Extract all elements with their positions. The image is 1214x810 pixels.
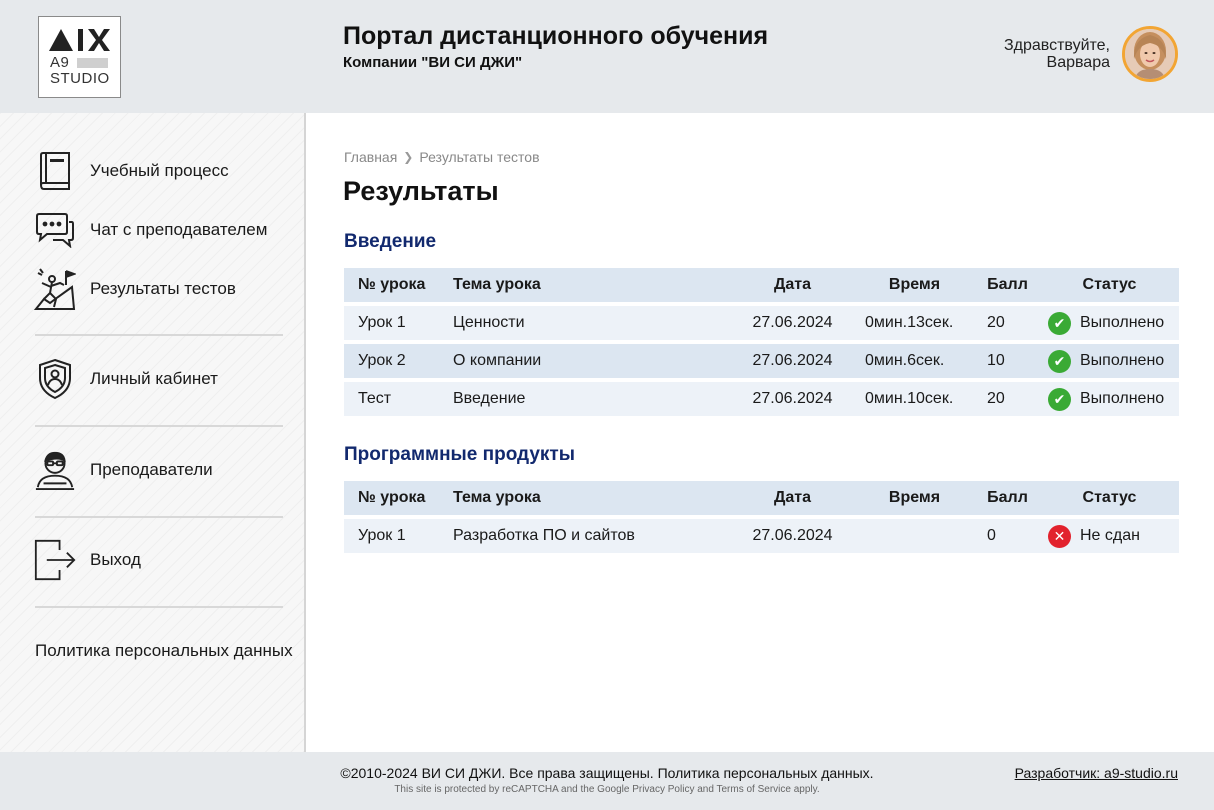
cell-date: 27.06.2024 bbox=[731, 519, 854, 553]
breadcrumb-current: Результаты тестов bbox=[419, 149, 540, 165]
cell-score: 0 bbox=[975, 519, 1040, 553]
column-header-status: Статус bbox=[1040, 481, 1179, 515]
cell-time: 0мин.6сек. bbox=[854, 344, 975, 378]
sidebar-item-chat[interactable]: Чат с преподавателем bbox=[34, 208, 284, 252]
sidebar-item-account[interactable]: Личный кабинет bbox=[34, 357, 284, 401]
sidebar-item-test-results[interactable]: Результаты тестов bbox=[34, 267, 284, 311]
sidebar-divider bbox=[35, 606, 283, 608]
cell-time: 0мин.10сек. bbox=[854, 382, 975, 416]
column-header-time: Время bbox=[854, 481, 975, 515]
greeting-text: Здравствуйте, bbox=[1003, 37, 1110, 54]
cell-time bbox=[854, 519, 975, 553]
header: A9 STUDIO Портал дистанционного обучения… bbox=[0, 0, 1214, 113]
table-row: Урок 1 Ценности 27.06.2024 0мин.13сек. 2… bbox=[344, 306, 1179, 340]
user-photo-icon bbox=[1125, 29, 1175, 79]
cell-topic: Разработка ПО и сайтов bbox=[453, 519, 731, 553]
column-header-topic: Тема урока bbox=[453, 268, 731, 302]
avatar[interactable] bbox=[1122, 26, 1178, 82]
sidebar-item-label: Результаты тестов bbox=[90, 279, 236, 298]
check-icon: ✔ bbox=[1048, 387, 1071, 411]
sidebar-item-logout[interactable]: Выход bbox=[34, 538, 284, 582]
cell-time: 0мин.13сек. bbox=[854, 306, 975, 340]
portal-subtitle: Компании "ВИ СИ ДЖИ" bbox=[343, 54, 523, 71]
book-icon bbox=[34, 150, 76, 192]
chevron-right-icon: ❯ bbox=[403, 150, 414, 164]
sidebar: Учебный процесс Чат с преподавателем Рез… bbox=[0, 113, 306, 752]
column-header-num: № урока bbox=[344, 268, 453, 302]
status-text: Выполнено bbox=[1080, 314, 1165, 331]
user-name: Варвара bbox=[1046, 54, 1110, 71]
cross-icon: ✕ bbox=[1048, 524, 1071, 548]
logo-text-studio: STUDIO bbox=[50, 70, 110, 87]
column-header-score: Балл bbox=[975, 268, 1040, 302]
cell-num: Урок 2 bbox=[344, 344, 453, 378]
cell-num: Урок 1 bbox=[344, 519, 453, 553]
chat-icon bbox=[34, 209, 76, 251]
exit-icon bbox=[34, 539, 76, 581]
teacher-icon bbox=[34, 449, 76, 491]
sidebar-divider bbox=[35, 425, 283, 427]
column-header-num: № урока bbox=[344, 481, 453, 515]
cell-date: 27.06.2024 bbox=[731, 382, 854, 416]
column-header-score: Балл bbox=[975, 481, 1040, 515]
section-title: Введение bbox=[344, 231, 437, 252]
column-header-date: Дата bbox=[731, 481, 854, 515]
sidebar-item-learning[interactable]: Учебный процесс bbox=[34, 149, 284, 193]
breadcrumb-home-link[interactable]: Главная bbox=[344, 149, 397, 165]
section-title: Программные продукты bbox=[344, 444, 575, 465]
cell-topic: Ценности bbox=[453, 306, 731, 340]
sidebar-item-label: Учебный процесс bbox=[90, 161, 229, 180]
developer-link[interactable]: Разработчик: a9-studio.ru bbox=[1015, 765, 1178, 781]
logo[interactable]: A9 STUDIO bbox=[38, 16, 121, 98]
logo-bar bbox=[77, 58, 108, 68]
sidebar-item-label: Чат с преподавателем bbox=[90, 220, 268, 239]
table-header-row: № урока Тема урока Дата Время Балл Стату… bbox=[344, 481, 1179, 515]
cell-status: ✕ Не сдан bbox=[1040, 519, 1179, 553]
recaptcha-notice: This site is protected by reCAPTCHA and … bbox=[394, 784, 820, 795]
status-text: Выполнено bbox=[1080, 390, 1165, 407]
sidebar-item-teachers[interactable]: Преподаватели bbox=[34, 448, 284, 492]
column-header-time: Время bbox=[854, 268, 975, 302]
sidebar-divider bbox=[35, 334, 283, 336]
results-table: № урока Тема урока Дата Время Балл Стату… bbox=[344, 264, 1179, 420]
cell-date: 27.06.2024 bbox=[731, 344, 854, 378]
check-icon: ✔ bbox=[1048, 349, 1071, 373]
status-text: Не сдан bbox=[1080, 527, 1140, 544]
portal-title: Портал дистанционного обучения bbox=[343, 22, 769, 50]
user-greeting: Здравствуйте, Варвара bbox=[1004, 37, 1110, 71]
table-row: Тест Введение 27.06.2024 0мин.10сек. 20 … bbox=[344, 382, 1179, 416]
aix-logo-icon bbox=[49, 29, 110, 51]
cell-status: ✔ Выполнено bbox=[1040, 306, 1179, 340]
cell-topic: Введение bbox=[453, 382, 731, 416]
sidebar-item-label: Личный кабинет bbox=[90, 369, 218, 388]
sidebar-item-label: Выход bbox=[90, 550, 141, 569]
cell-score: 20 bbox=[975, 306, 1040, 340]
cell-topic: О компании bbox=[453, 344, 731, 378]
sidebar-divider bbox=[35, 516, 283, 518]
cell-score: 10 bbox=[975, 344, 1040, 378]
climber-icon bbox=[34, 268, 76, 310]
user-shield-icon bbox=[34, 358, 76, 400]
page-title: Результаты bbox=[343, 176, 499, 206]
column-header-status: Статус bbox=[1040, 268, 1179, 302]
privacy-policy-link[interactable]: Политика персональных данных bbox=[35, 641, 293, 661]
results-table: № урока Тема урока Дата Время Балл Стату… bbox=[344, 477, 1179, 557]
cell-status: ✔ Выполнено bbox=[1040, 344, 1179, 378]
status-text: Выполнено bbox=[1080, 352, 1165, 369]
logo-text-a9: A9 bbox=[50, 54, 70, 71]
table-row: Урок 1 Разработка ПО и сайтов 27.06.2024… bbox=[344, 519, 1179, 553]
cell-num: Урок 1 bbox=[344, 306, 453, 340]
check-icon: ✔ bbox=[1048, 311, 1071, 335]
sidebar-item-label: Преподаватели bbox=[90, 460, 213, 479]
footer: ©2010-2024 ВИ СИ ДЖИ. Все права защищены… bbox=[0, 752, 1214, 810]
table-header-row: № урока Тема урока Дата Время Балл Стату… bbox=[344, 268, 1179, 302]
cell-score: 20 bbox=[975, 382, 1040, 416]
cell-num: Тест bbox=[344, 382, 453, 416]
column-header-topic: Тема урока bbox=[453, 481, 731, 515]
cell-date: 27.06.2024 bbox=[731, 306, 854, 340]
table-row: Урок 2 О компании 27.06.2024 0мин.6сек. … bbox=[344, 344, 1179, 378]
cell-status: ✔ Выполнено bbox=[1040, 382, 1179, 416]
column-header-date: Дата bbox=[731, 268, 854, 302]
breadcrumb: Главная ❯ Результаты тестов bbox=[344, 149, 540, 165]
